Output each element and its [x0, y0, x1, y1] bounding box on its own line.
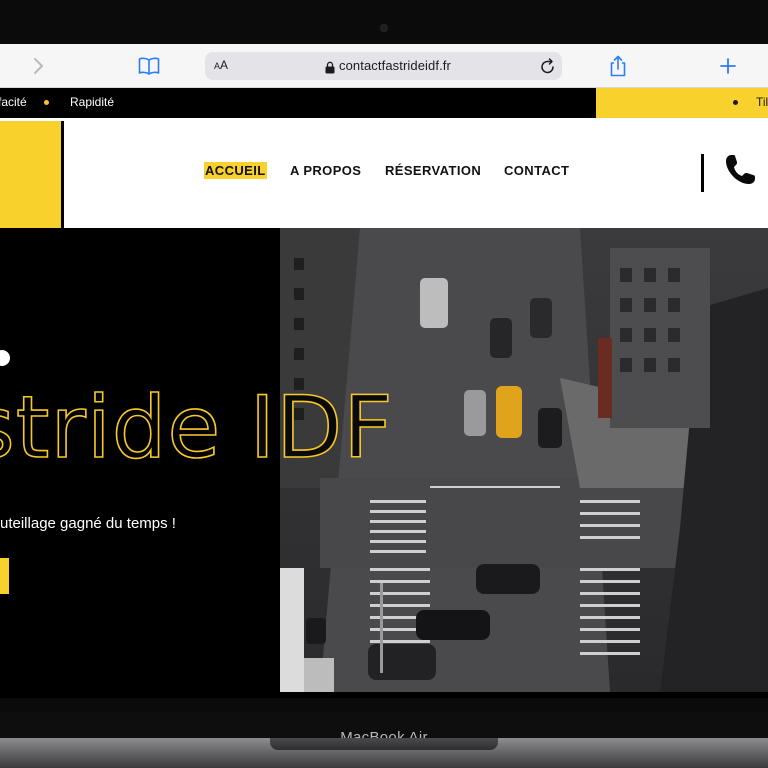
ticker-item-rapidite: Rapidité	[70, 95, 115, 109]
address-bar[interactable]: AA contactfastrideidf.fr	[205, 52, 562, 80]
hero-section: stride IDF uteillage gagné du temps !	[0, 228, 768, 698]
text-size-button[interactable]: AA	[214, 58, 228, 72]
nav-contact[interactable]: CONTACT	[504, 163, 569, 178]
site-header: ACCUEIL A PROPOS RÉSERVATION CONTACT	[0, 118, 768, 228]
chevron-right-icon[interactable]	[28, 54, 48, 78]
ticker-bar: facité Rapidité Til	[0, 88, 768, 118]
ticker-separator	[733, 100, 738, 105]
nav-a-propos[interactable]: A PROPOS	[290, 163, 361, 178]
nav-reservation[interactable]: RÉSERVATION	[385, 163, 481, 178]
laptop-notch	[270, 738, 498, 750]
reload-icon[interactable]	[540, 57, 556, 75]
logo[interactable]	[0, 121, 64, 228]
hero-subtitle: uteillage gagné du temps !	[0, 515, 176, 532]
phone-icon[interactable]	[722, 152, 758, 188]
hero-bullet	[0, 350, 10, 366]
ticker-separator	[44, 100, 49, 105]
url-text: contactfastrideidf.fr	[339, 58, 451, 73]
hero-title: stride IDF	[0, 377, 394, 479]
ticker-highlight: Til	[596, 88, 768, 118]
hero-cta-button[interactable]	[0, 558, 9, 594]
lock-icon	[325, 59, 335, 74]
ticker-item-right: Til	[756, 95, 768, 109]
ticker-item-facilite: facité	[0, 95, 27, 109]
nav-accueil[interactable]: ACCUEIL	[204, 162, 267, 179]
book-icon[interactable]	[138, 56, 160, 76]
camera-dot	[380, 24, 388, 32]
plus-icon[interactable]	[718, 54, 738, 78]
header-divider	[701, 154, 704, 192]
browser-toolbar: AA contactfastrideidf.fr	[0, 44, 768, 88]
share-icon[interactable]	[608, 54, 628, 78]
